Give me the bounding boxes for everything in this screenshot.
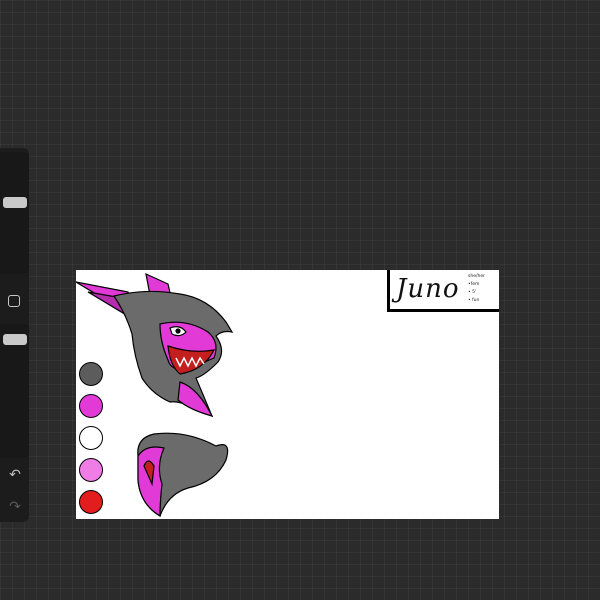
note-line: • 5': [468, 290, 477, 295]
name-tag: Juno she/her •fem • 5' • fun: [387, 270, 499, 312]
swatch-red: [79, 490, 103, 514]
character-notes: she/her •fem • 5' • fun: [468, 273, 485, 305]
redo-icon: ↷: [9, 499, 21, 515]
undo-icon: ↶: [9, 467, 21, 483]
brush-size-slider[interactable]: [0, 152, 29, 274]
brush-opacity-handle[interactable]: [3, 334, 27, 345]
swatch-white: [79, 426, 103, 450]
tail-sketch: [137, 432, 229, 518]
redo-button[interactable]: ↷: [5, 498, 25, 516]
brush-size-handle[interactable]: [3, 197, 27, 208]
modifier-button[interactable]: [8, 295, 20, 307]
drawing-canvas[interactable]: Juno she/her •fem • 5' • fun: [76, 270, 499, 519]
swatch-gray: [79, 362, 103, 386]
brush-opacity-slider[interactable]: [0, 324, 29, 458]
swatch-magenta: [79, 394, 103, 418]
head-sketch: [76, 272, 234, 418]
undo-button[interactable]: ↶: [5, 466, 25, 484]
swatch-pink: [79, 458, 103, 482]
note-line: she/her: [468, 274, 485, 279]
note-line: •fem: [468, 282, 480, 287]
brush-sidebar: ↶ ↷: [0, 148, 29, 522]
note-line: • fun: [468, 298, 480, 303]
character-name: Juno: [396, 274, 460, 304]
